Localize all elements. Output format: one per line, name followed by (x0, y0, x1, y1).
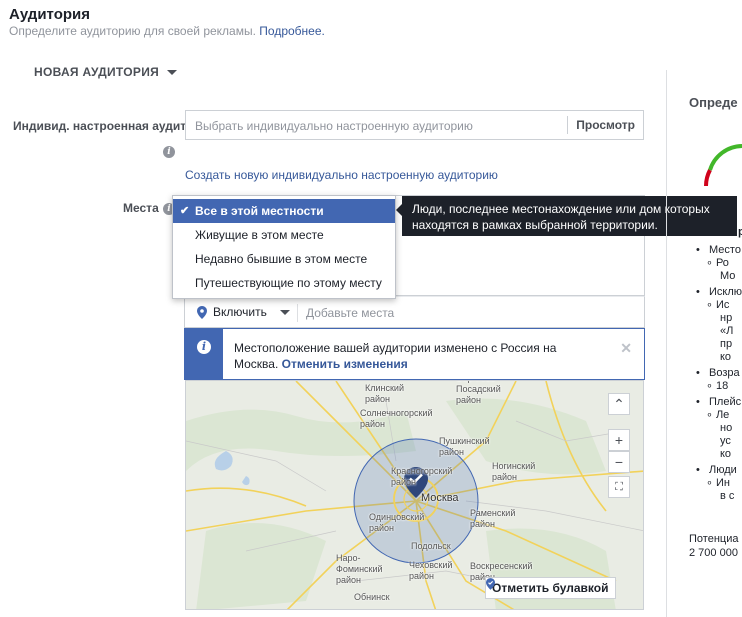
chevron-down-icon (167, 70, 178, 76)
map-label-odintsovo: Одинцовский район (369, 512, 425, 533)
panel-divider (666, 70, 667, 617)
custom-audience-label: Индивид. настроенная аудит (13, 119, 185, 133)
criteria-sub: Ле (715, 409, 730, 421)
criteria-sub: ус (720, 435, 731, 447)
map-label-pushkin: Пушкинский район (439, 436, 490, 457)
chevron-down-icon[interactable] (280, 310, 290, 315)
criteria-sub: Ис (715, 299, 730, 311)
info-icon: i (197, 340, 211, 354)
criteria-sub: Ин (715, 477, 730, 489)
potential-reach: Потенциа 2 700 000 (689, 532, 738, 560)
menu-item-label: Все в этой местности (195, 204, 324, 218)
map-label-chekhov: Чеховский район (409, 560, 453, 581)
map-label-krasnogorsk: Красногорский район (391, 466, 453, 487)
zoom-in-button[interactable]: + (608, 429, 630, 451)
criteria-sub: нр (720, 312, 733, 324)
include-location-row: Включить Добавьте места (184, 296, 645, 328)
fullscreen-icon: ⛶ (615, 481, 623, 493)
criteria-label: Исклю (709, 286, 742, 298)
map-label-moskva: Москва (421, 492, 459, 504)
map-label-klin: Клинский район (365, 383, 404, 404)
criteria-sub: пр (720, 338, 733, 350)
map-label-podolsk: Подольск (411, 541, 451, 551)
undo-changes-link[interactable]: Отменить изменения (282, 357, 408, 371)
location-pin-icon (197, 306, 207, 319)
criteria-sub: в с (720, 490, 735, 502)
browse-button[interactable]: Просмотр (567, 116, 643, 134)
location-type-tooltip: Люди, последнее местонахождение или дом … (396, 196, 737, 236)
zoom-out-button[interactable]: − (608, 451, 630, 473)
create-custom-audience-link[interactable]: Создать новую индивидуально настроенную … (185, 168, 498, 182)
criteria-label: Люди (709, 464, 737, 476)
include-dropdown[interactable]: Включить (213, 305, 267, 319)
menu-item-label: Недавно бывшие в этом месте (195, 252, 368, 266)
gauge-label-fragment: р (738, 226, 742, 238)
drop-pin-label: Отметить булавкой (492, 581, 609, 595)
custom-audience-placeholder: Выбрать индивидуально настроенную аудито… (195, 119, 473, 133)
menu-item-recently[interactable]: Недавно бывшие в этом месте (173, 247, 395, 271)
new-audience-label: НОВАЯ АУДИТОРИЯ (34, 65, 160, 79)
notice-bar: i (185, 329, 223, 379)
map-label-obninsk: Обнинск (354, 592, 390, 602)
criteria-sub: 18 (715, 380, 729, 392)
notice-message: Местоположение вашей аудитории изменено … (234, 340, 584, 372)
info-icon[interactable]: i (163, 146, 175, 158)
add-locations-input[interactable]: Добавьте места (306, 306, 394, 320)
custom-audience-input[interactable]: Выбрать индивидуально настроенную аудито… (185, 110, 644, 140)
location-changed-notice: i Местоположение вашей аудитории изменен… (184, 328, 645, 380)
criteria-sub: «Л (720, 325, 734, 337)
chevron-up-icon: ⌃ (613, 396, 625, 412)
location-type-menu: ✔ Все в этой местности Живущие в этом мес… (172, 195, 396, 299)
right-panel-list: • Место ∘ Ро Мо • Исклю ∘ Ис нр «Л пр ко •… (696, 244, 742, 502)
potential-reach-value: 2 700 000 (689, 547, 738, 559)
map-label-ramenskoe: Раменский район (470, 508, 516, 529)
close-icon[interactable]: ✕ (620, 340, 632, 357)
criteria-sub: Ро (715, 257, 729, 269)
checkmark-icon: ✔ (180, 205, 190, 217)
map-label-noginsk: Ногинский район (492, 461, 536, 482)
section-title: Аудитория (9, 6, 90, 23)
audience-gauge (704, 144, 742, 187)
map[interactable]: Клинскийрайон Сергиево-Посадскийрайон Со… (185, 380, 644, 610)
menu-item-label: Живущие в этом месте (195, 228, 324, 242)
menu-item-living[interactable]: Живущие в этом месте (173, 223, 395, 247)
criteria-sub: но (720, 422, 733, 434)
plus-icon: + (614, 432, 624, 448)
places-label: Места (123, 201, 159, 215)
criteria-sub: Мо (720, 270, 736, 282)
criteria-sub: ко (720, 351, 732, 363)
learn-more-link[interactable]: Подробнее. (259, 24, 325, 38)
criteria-label: Место (709, 244, 741, 256)
audience-definition-title: Опреде (689, 95, 738, 110)
subtitle-text: Определите аудиторию для своей рекламы. (9, 24, 256, 38)
map-label-solnech: Солнечногорский район (360, 408, 433, 429)
minus-icon: − (614, 454, 624, 470)
map-label-naro: Наро- Фоминский район (336, 553, 383, 585)
criteria-label: Возра (709, 367, 740, 379)
fullscreen-button[interactable]: ⛶ (608, 476, 630, 498)
menu-item-label: Путешествующие по этому месту (195, 276, 382, 290)
map-label-sergiev: Сергиево-Посадскийрайон (456, 381, 501, 405)
criteria-label: Плейс (709, 396, 742, 408)
menu-item-traveling[interactable]: Путешествующие по этому месту (173, 271, 395, 295)
potential-reach-label: Потенциа (689, 533, 739, 545)
location-pin-icon (486, 578, 495, 590)
section-subtitle: Определите аудиторию для своей рекламы. … (9, 24, 325, 38)
criteria-sub: ко (720, 448, 732, 460)
map-collapse-button[interactable]: ⌃ (608, 393, 630, 415)
divider (297, 304, 298, 322)
new-audience-dropdown[interactable]: НОВАЯ АУДИТОРИЯ (34, 65, 178, 79)
drop-pin-button[interactable]: Отметить булавкой (485, 577, 617, 599)
menu-item-everyone[interactable]: ✔ Все в этой местности (173, 199, 395, 223)
